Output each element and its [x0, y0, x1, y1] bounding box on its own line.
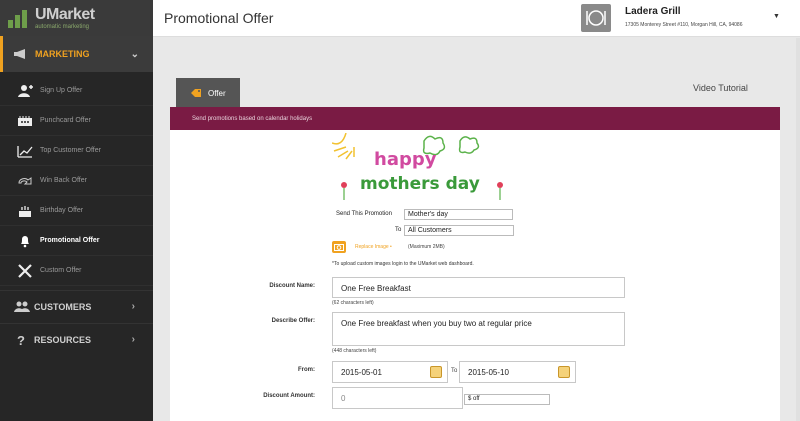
- punchcard-icon: [16, 113, 34, 129]
- amount-suffix: $ off: [464, 394, 550, 405]
- sidebar-item-sign-up-offer[interactable]: Sign Up Offer: [0, 76, 153, 106]
- describe-offer-hint: (448 characters left): [332, 348, 377, 354]
- chevron-right-icon: ›: [131, 301, 135, 312]
- question-icon: ?: [14, 333, 30, 347]
- calendar-icon[interactable]: [430, 366, 442, 378]
- promotion-image: happy mothers day: [332, 133, 512, 203]
- to-select[interactable]: All Customers: [404, 225, 514, 236]
- sidebar-item-punchcard-offer[interactable]: Punchcard Offer: [0, 106, 153, 136]
- sign-up-icon: [16, 83, 34, 99]
- to-label: To: [395, 227, 402, 233]
- discount-name-field[interactable]: One Free Breakfast: [332, 277, 625, 298]
- video-tutorial-link[interactable]: Video Tutorial: [693, 83, 748, 93]
- discount-amount-label: Discount Amount:: [263, 393, 315, 399]
- sidebar-item-label: Top Customer Offer: [40, 147, 101, 154]
- bell-icon: [16, 233, 34, 249]
- sidebar-item-promotional-offer[interactable]: Promotional Offer: [0, 226, 153, 256]
- tab-offer[interactable]: Offer: [176, 78, 240, 108]
- sidebar-item-birthday-offer[interactable]: Birthday Offer: [0, 196, 153, 226]
- describe-offer-field[interactable]: One Free breakfast when you buy two at r…: [332, 312, 625, 346]
- birthday-cake-icon: [16, 203, 34, 219]
- sidebar-item-label: Birthday Offer: [40, 207, 84, 214]
- nav-customers[interactable]: CUSTOMERS ›: [0, 290, 153, 323]
- customers-icon: [14, 300, 30, 314]
- to-date-label: To: [451, 368, 458, 374]
- logo-bars-icon: [8, 8, 32, 28]
- sidebar-item-label: Promotional Offer: [40, 237, 100, 244]
- sidebar-item-label: Sign Up Offer: [40, 87, 83, 94]
- plate-icon: [586, 10, 606, 26]
- chevron-right-icon: ›: [131, 334, 135, 345]
- nav-marketing-label: MARKETING: [35, 49, 90, 59]
- send-promotion-label: Send This Promotion: [336, 211, 392, 217]
- chevron-down-icon: ⌄: [130, 49, 139, 60]
- logo-subtitle: automatic marketing: [35, 23, 90, 30]
- nav-marketing[interactable]: MARKETING ⌄: [0, 36, 153, 72]
- send-promotion-select[interactable]: Mother's day: [404, 209, 513, 220]
- banner-text: Send promotions based on calendar holida…: [192, 115, 313, 122]
- nav-customers-label: CUSTOMERS: [34, 302, 92, 312]
- sidebar-item-label: Punchcard Offer: [40, 117, 91, 124]
- megaphone-icon: [14, 49, 25, 59]
- sidebar-item-top-customer-offer[interactable]: Top Customer Offer: [0, 136, 153, 166]
- sidebar: UMarket automatic marketing MARKETING ⌄ …: [0, 0, 153, 421]
- replace-image-link[interactable]: Replace Image •: [355, 244, 392, 250]
- business-address: 17305 Monterey Street #110, Morgan Hill,…: [625, 22, 743, 28]
- tag-icon: [191, 89, 201, 97]
- win-back-icon: [16, 173, 34, 189]
- top-customer-icon: [16, 143, 34, 159]
- image-line-2: mothers day: [360, 174, 480, 194]
- tools-icon: [16, 263, 34, 279]
- logo[interactable]: UMarket automatic marketing: [0, 0, 153, 36]
- from-label: From:: [298, 367, 315, 373]
- max-size-note: (Maximum 2MB): [408, 244, 445, 250]
- tab-offer-label: Offer: [208, 88, 226, 98]
- calendar-icon[interactable]: [558, 366, 570, 378]
- business-name[interactable]: Ladera Grill: [625, 6, 681, 17]
- nav-resources[interactable]: ? RESOURCES ›: [0, 323, 153, 356]
- sidebar-item-label: Win Back Offer: [40, 177, 87, 184]
- nav-resources-label: RESOURCES: [34, 335, 92, 345]
- image-line-1: happy: [374, 149, 437, 170]
- sidebar-item-label: Custom Offer: [40, 267, 82, 274]
- business-avatar[interactable]: [581, 4, 611, 32]
- discount-name-label: Discount Name:: [269, 283, 315, 289]
- upload-note: *To upload custom images login to the UM…: [332, 261, 474, 267]
- discount-name-hint: (62 characters left): [332, 300, 374, 306]
- logo-title: UMarket: [35, 5, 95, 23]
- sidebar-item-win-back-offer[interactable]: Win Back Offer: [0, 166, 153, 196]
- caret-down-icon[interactable]: ▼: [773, 13, 780, 20]
- camera-icon[interactable]: [332, 241, 346, 253]
- page-title: Promotional Offer: [164, 10, 274, 26]
- sidebar-item-custom-offer[interactable]: Custom Offer: [0, 256, 153, 286]
- header: Promotional Offer Ladera Grill 17305 Mon…: [153, 0, 800, 37]
- scrollbar[interactable]: [796, 38, 800, 421]
- describe-offer-label: Describe Offer:: [271, 318, 315, 324]
- discount-amount-field[interactable]: 0: [332, 387, 463, 409]
- svg-text:?: ?: [17, 333, 25, 347]
- info-banner: Send promotions based on calendar holida…: [170, 107, 780, 130]
